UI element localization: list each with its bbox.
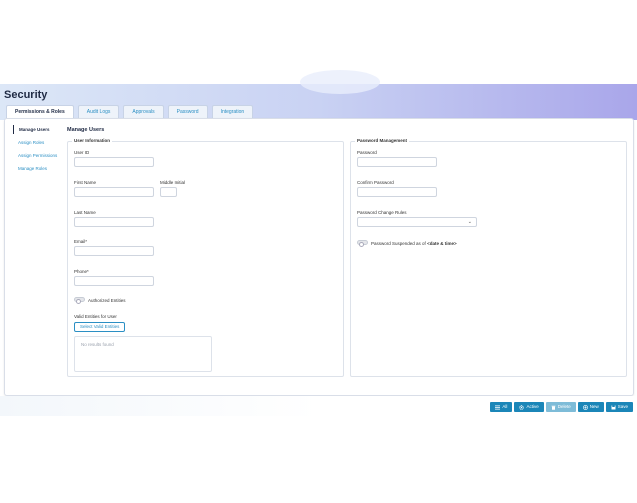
last-name-input[interactable] bbox=[74, 217, 154, 227]
password-suspended-value: <date & time> bbox=[427, 241, 457, 246]
password-change-rules-select[interactable]: ⌄ bbox=[357, 217, 477, 227]
delete-button-label: Delete bbox=[557, 404, 571, 409]
gear-icon bbox=[519, 404, 525, 410]
password-suspended-label: Password Suspended as of <date & time> bbox=[371, 241, 457, 246]
entities-results-box: No results found bbox=[74, 336, 212, 372]
list-icon bbox=[495, 405, 501, 409]
first-name-input[interactable] bbox=[74, 187, 154, 197]
first-name-label: First Name bbox=[74, 180, 97, 185]
decorative-bubble bbox=[300, 70, 380, 94]
password-input[interactable] bbox=[357, 157, 437, 167]
active-button-label: Active bbox=[526, 404, 539, 409]
authorized-entities-toggle[interactable] bbox=[74, 297, 85, 304]
section-title: Manage Users bbox=[67, 127, 105, 133]
email-label: Email* bbox=[74, 239, 88, 244]
valid-entities-label: Valid Entities for User bbox=[74, 314, 117, 319]
phone-label: Phone* bbox=[74, 269, 89, 274]
sidebar-item-assign-permissions[interactable]: Assign Permissions bbox=[13, 151, 59, 160]
sidebar-item-manage-roles[interactable]: Manage Roles bbox=[13, 164, 59, 173]
page-title: Security bbox=[4, 89, 48, 101]
new-button-label: New bbox=[589, 404, 599, 409]
user-information-fieldset: User Information User ID First Name Midd… bbox=[67, 138, 344, 377]
password-management-fieldset: Password Management Password Confirm Pas… bbox=[350, 138, 627, 377]
user-id-label: User ID bbox=[74, 150, 90, 155]
save-button-label: Save bbox=[617, 404, 628, 409]
password-management-legend: Password Management bbox=[355, 138, 410, 143]
user-information-legend: User Information bbox=[72, 138, 113, 143]
sidebar: Manage Users Assign Roles Assign Permiss… bbox=[13, 125, 59, 177]
select-valid-entities-button[interactable]: Select Valid Entities bbox=[74, 322, 126, 332]
password-suspended-text: Password Suspended as of bbox=[371, 241, 426, 246]
sidebar-item-assign-roles[interactable]: Assign Roles bbox=[13, 138, 59, 147]
action-bar: All Active Delete New Save bbox=[490, 402, 633, 412]
authorized-entities-label: Authorized Entities bbox=[88, 298, 126, 303]
save-icon bbox=[611, 405, 616, 409]
no-results-text: No results found bbox=[81, 342, 114, 347]
chevron-down-icon: ⌄ bbox=[467, 219, 472, 225]
password-label: Password bbox=[357, 150, 377, 155]
tab-bar: Permissions & Roles Audit Logs Approvals… bbox=[6, 105, 254, 118]
all-button[interactable]: All bbox=[490, 402, 513, 412]
tab-password[interactable]: Password bbox=[167, 105, 208, 118]
user-id-input[interactable] bbox=[74, 157, 154, 167]
tab-permissions-roles[interactable]: Permissions & Roles bbox=[6, 105, 74, 118]
middle-initial-input[interactable] bbox=[160, 187, 177, 197]
middle-initial-label: Middle Initial bbox=[160, 180, 186, 185]
last-name-label: Last Name bbox=[74, 210, 96, 215]
content-card: Manage Users Assign Roles Assign Permiss… bbox=[4, 118, 634, 396]
delete-button[interactable]: Delete bbox=[545, 402, 576, 412]
tab-integration[interactable]: Integration bbox=[211, 105, 254, 118]
plus-circle-icon bbox=[582, 404, 588, 410]
confirm-password-label: Confirm Password bbox=[357, 180, 394, 185]
email-input[interactable] bbox=[74, 246, 154, 256]
sidebar-item-manage-users[interactable]: Manage Users bbox=[13, 125, 59, 134]
password-change-rules-label: Password Change Rules bbox=[357, 210, 407, 215]
phone-input[interactable] bbox=[74, 276, 154, 286]
save-button[interactable]: Save bbox=[605, 402, 633, 412]
trash-icon bbox=[551, 405, 556, 410]
all-button-label: All bbox=[502, 404, 508, 409]
tab-approvals[interactable]: Approvals bbox=[123, 105, 164, 118]
active-button[interactable]: Active bbox=[514, 402, 544, 412]
confirm-password-input[interactable] bbox=[357, 187, 437, 197]
password-suspended-toggle[interactable] bbox=[357, 240, 368, 247]
new-button[interactable]: New bbox=[577, 402, 604, 412]
tab-audit-logs[interactable]: Audit Logs bbox=[77, 105, 120, 118]
